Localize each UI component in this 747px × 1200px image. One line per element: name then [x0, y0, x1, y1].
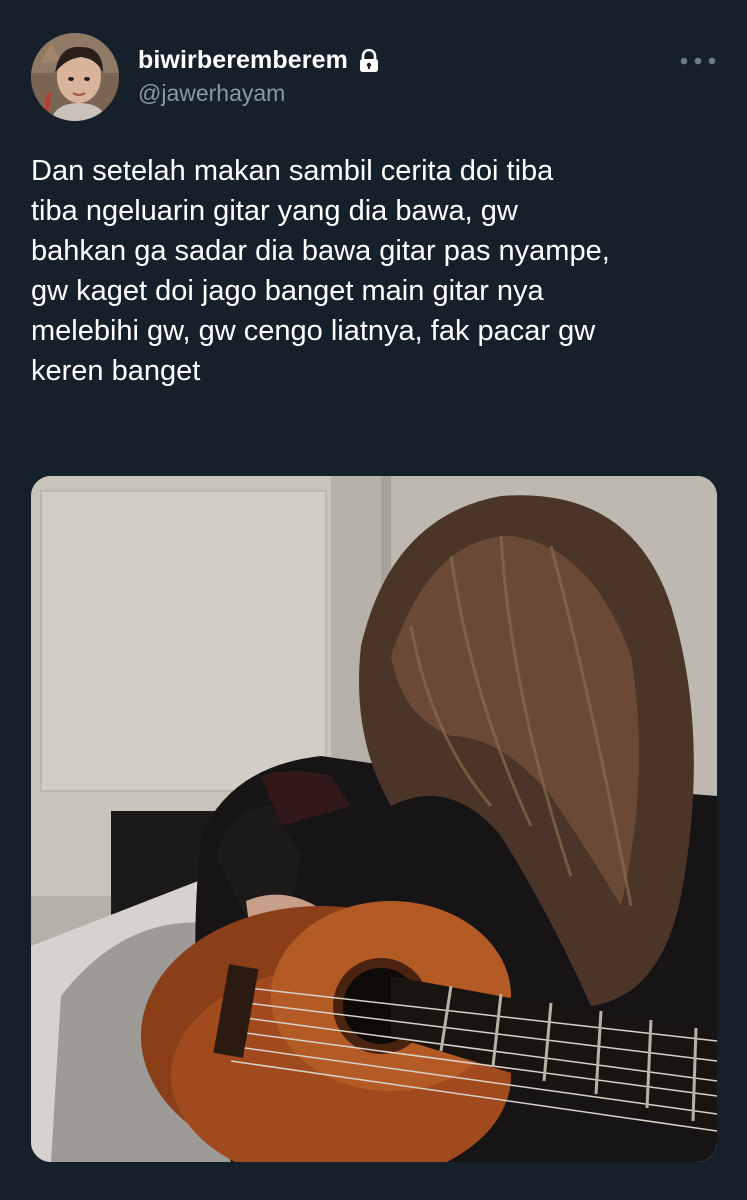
avatar[interactable]	[31, 33, 119, 121]
display-name-text[interactable]: biwirberemberem	[138, 46, 348, 75]
lock-icon	[358, 48, 380, 73]
more-dots-icon[interactable]	[676, 51, 720, 71]
tweet-photo[interactable]	[31, 476, 717, 1162]
tweet: biwirberemberem @jawerhayam Dan setelah …	[0, 0, 747, 1200]
tweet-text: Dan setelah makan sambil cerita doi tiba…	[31, 155, 610, 387]
author-handle[interactable]: @jawerhayam	[138, 80, 285, 107]
author-display-name[interactable]: biwirberemberem	[138, 46, 380, 75]
